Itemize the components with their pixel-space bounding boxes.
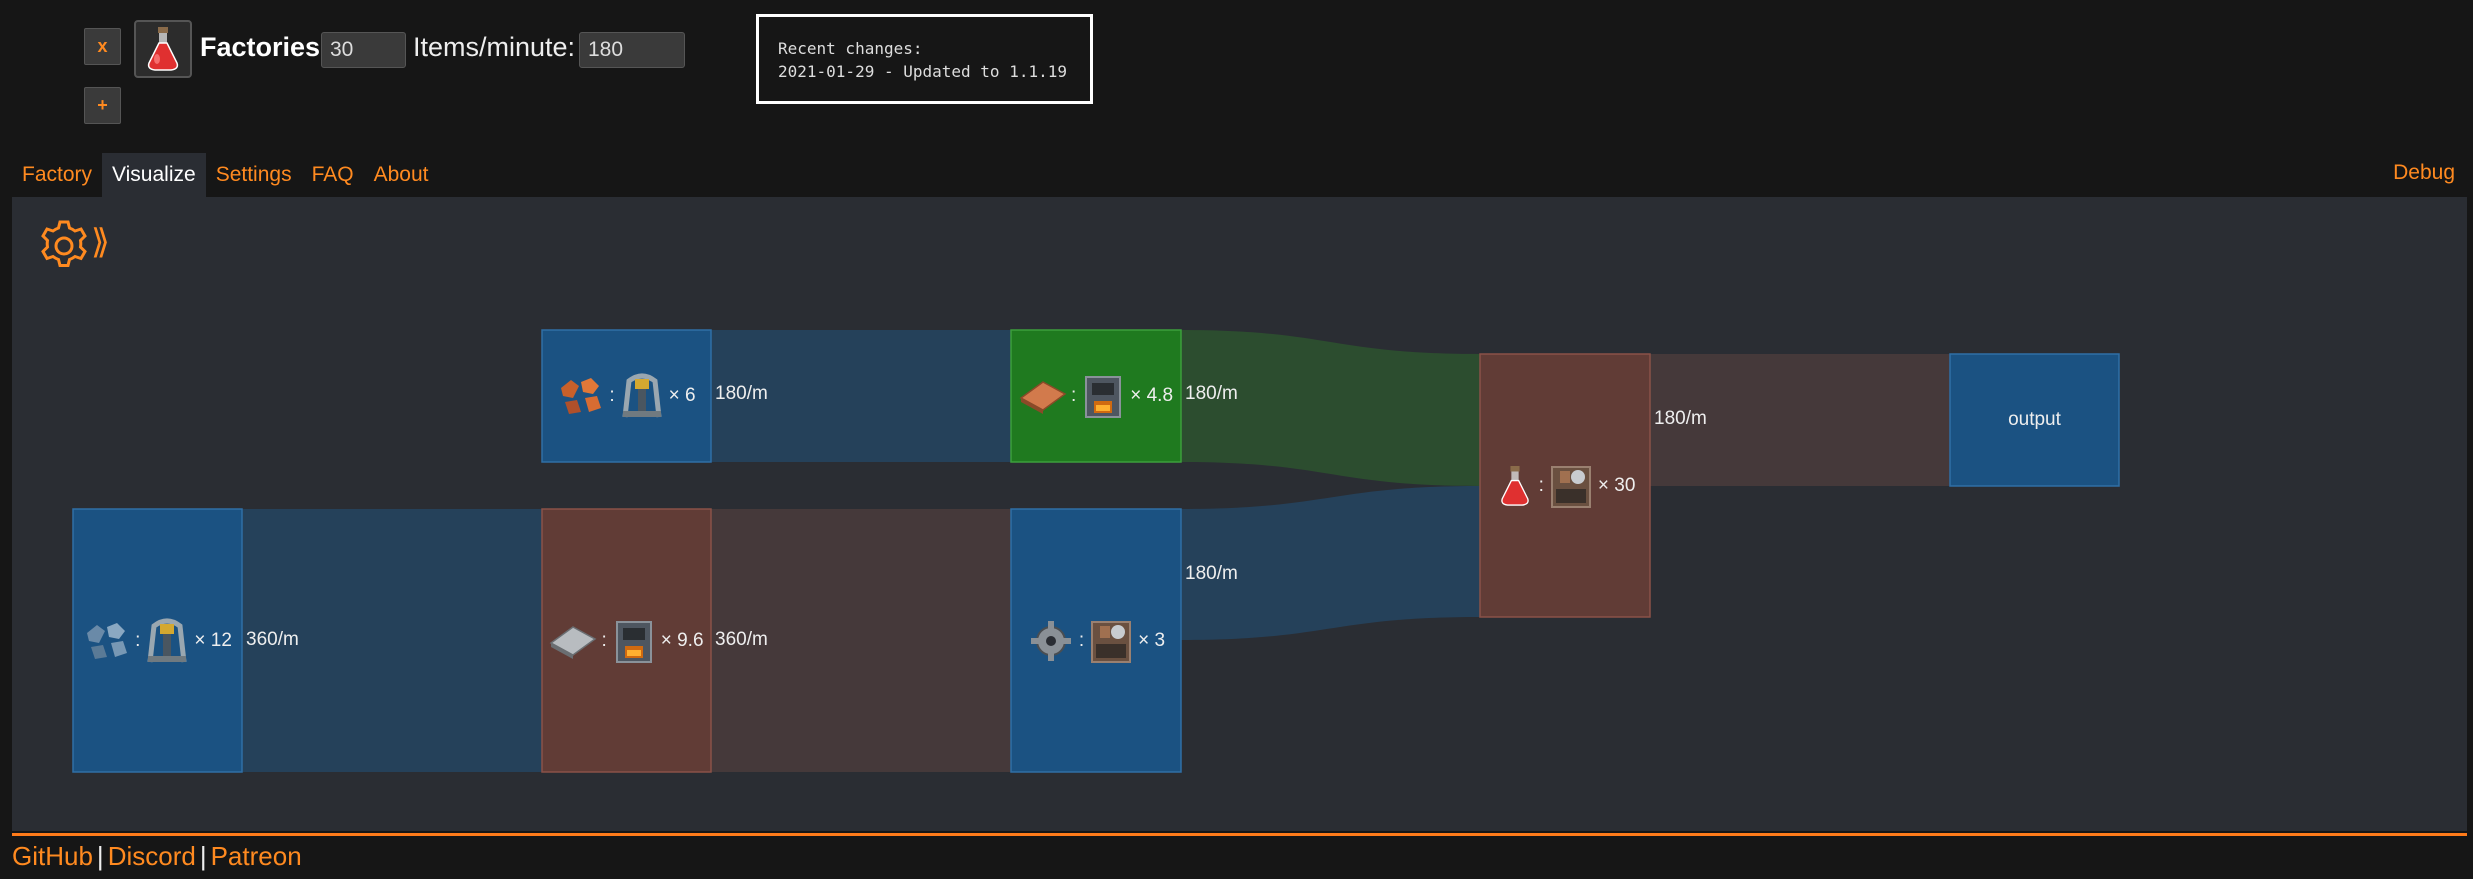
node-multiplier: × 30 [1597,474,1636,496]
node-science-content: : × 30 [1480,354,1650,617]
iron-ore-icon [87,622,128,659]
discord-link[interactable]: Discord [108,841,196,871]
patreon-link[interactable]: Patreon [211,841,302,871]
copper-plate-icon [1019,381,1067,414]
node-multiplier: × 4.8 [1130,385,1174,406]
link-copper-plate-to-science [1181,330,1480,486]
recipe-separator: : [609,385,615,406]
mining-drill-icon [622,373,662,418]
assembler-icon [1550,465,1591,508]
recipe-separator: : [601,629,607,651]
flow-rate-iron-plate: 360/m [715,629,768,650]
node-copper-plate-content: : × 4.8 [1011,330,1181,462]
node-multiplier: × 12 [194,629,232,651]
node-multiplier: × 9.6 [660,629,704,651]
node-iron-ore-content: : × 12 [73,509,242,772]
recipe-separator: : [135,629,141,651]
recipe-separator: : [1538,474,1544,496]
recipe-separator: : [1070,385,1077,406]
furnace-icon [1085,376,1122,418]
footer-links: GitHub | Discord | Patreon [12,841,302,872]
recipe-separator: : [1078,629,1085,651]
gear-wheel-icon [1030,620,1071,661]
furnace-icon [615,620,652,663]
node-multiplier: × 6 [668,385,696,406]
output-label: output [2008,409,2061,430]
node-iron-plate-content: : × 9.6 [542,509,711,772]
node-copper-ore-content: : × 6 [542,330,711,462]
assembler-icon [1091,620,1132,663]
mining-drill-icon [147,618,187,662]
node-multiplier: × 3 [1138,629,1166,651]
footer-divider [12,833,2467,836]
copper-ore-icon [561,378,602,414]
red-science-flask-icon [1500,465,1529,506]
flow-rate-copper-ore: 180/m [715,383,768,404]
flow-rate-gear: 180/m [1185,563,1238,584]
node-gear-content: : × 3 [1011,509,1181,772]
flow-rate-iron-ore: 360/m [246,629,299,650]
github-link[interactable]: GitHub [12,841,93,871]
flow-rate-copper-plate: 180/m [1185,383,1238,404]
flow-rate-science: 180/m [1654,408,1707,429]
node-output-content: output [1950,354,2119,486]
footer-separator: | [199,841,207,871]
footer-separator: | [96,841,104,871]
iron-plate-icon [550,625,597,659]
